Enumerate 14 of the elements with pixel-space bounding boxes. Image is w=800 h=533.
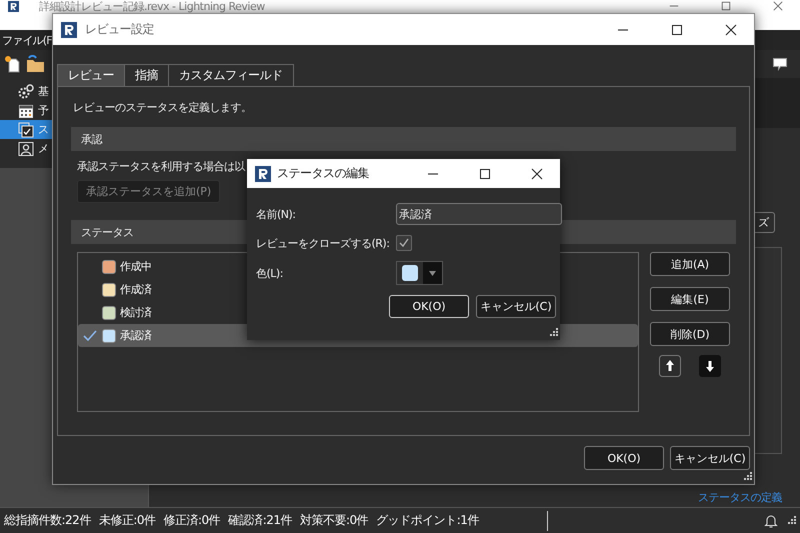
status-count: 対策不要:0件 — [300, 512, 368, 529]
field-label: 色(L): — [256, 266, 284, 280]
status-count: 確認済:21件 — [228, 512, 292, 529]
status-count: 修正済:0件 — [164, 512, 220, 529]
status-count: 総指摘件数:22件 — [4, 512, 91, 529]
dialog-title: レビュー設定 — [85, 21, 155, 38]
status-count: グッドポイント:1件 — [376, 512, 479, 529]
approval-text: 承認ステータスを利用する場合は以 — [77, 159, 245, 174]
section-header: 承認 — [71, 127, 736, 151]
dialog-title: ステータスの編集 — [277, 165, 370, 182]
field-label: 名前(N): — [256, 206, 297, 222]
window-title: 詳細設計レビュー記録.revx - Lightning Review — [38, 1, 266, 13]
status-count: 未修正:0件 — [98, 512, 156, 529]
description-text: レビューのステータスを定義します。 — [73, 100, 252, 115]
